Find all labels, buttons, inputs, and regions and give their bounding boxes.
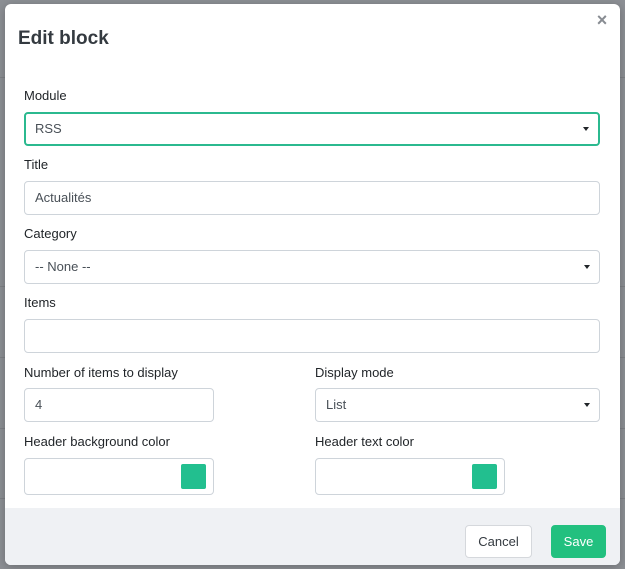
module-label: Module xyxy=(24,88,67,103)
header-text-color-input[interactable] xyxy=(315,458,505,495)
num-items-label: Number of items to display xyxy=(24,365,178,380)
category-label: Category xyxy=(24,226,77,241)
save-button[interactable]: Save xyxy=(551,525,606,558)
category-select[interactable]: -- None -- xyxy=(24,250,600,284)
items-label: Items xyxy=(24,295,56,310)
title-label: Title xyxy=(24,157,49,172)
module-select[interactable]: RSS xyxy=(24,112,600,146)
color-swatch[interactable] xyxy=(472,464,497,489)
title-input[interactable]: Actualités xyxy=(24,181,600,215)
display-mode-label: Display mode xyxy=(315,365,394,380)
display-mode-select-value: List xyxy=(326,397,347,412)
color-swatch[interactable] xyxy=(181,464,206,489)
close-icon[interactable]: × xyxy=(593,9,611,31)
module-select-value: RSS xyxy=(35,121,62,136)
display-mode-select[interactable]: List xyxy=(315,388,600,422)
modal-title: Edit block xyxy=(18,28,109,49)
num-items-input[interactable]: 4 xyxy=(24,388,214,422)
header-text-color-label: Header text color xyxy=(315,434,414,449)
num-items-input-value: 4 xyxy=(35,397,43,412)
items-input[interactable] xyxy=(24,319,600,353)
chevron-down-icon xyxy=(583,127,589,131)
header-bg-color-input[interactable] xyxy=(24,458,214,495)
header-bg-color-label: Header background color xyxy=(24,434,170,449)
chevron-down-icon xyxy=(584,265,590,269)
edit-block-modal: Edit block × Module RSS Title Actualités… xyxy=(5,4,620,565)
title-input-value: Actualités xyxy=(35,190,92,205)
modal-footer: Cancel Save xyxy=(5,508,620,565)
cancel-button[interactable]: Cancel xyxy=(465,525,532,558)
chevron-down-icon xyxy=(584,403,590,407)
category-select-value: -- None -- xyxy=(35,259,91,274)
